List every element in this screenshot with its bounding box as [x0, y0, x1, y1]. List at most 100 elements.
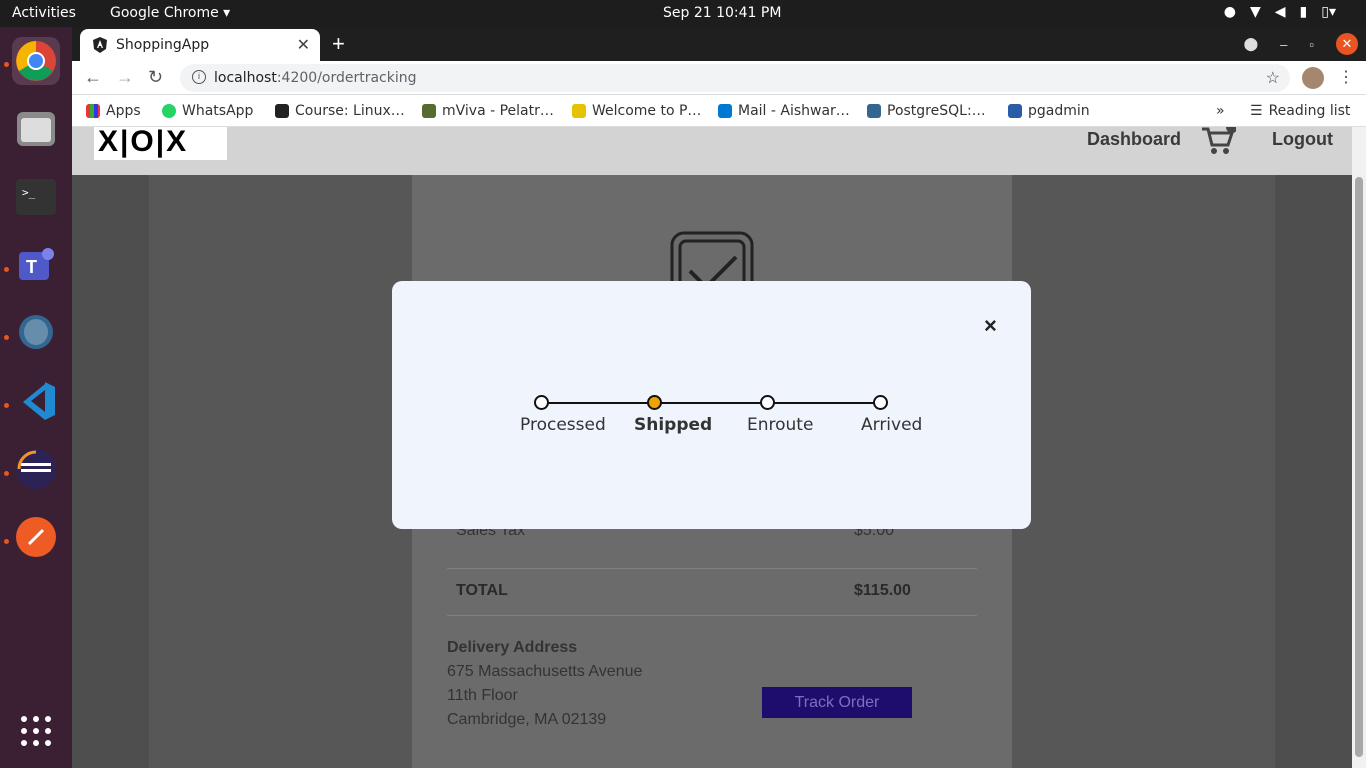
app-header: X|O|X Dashboard Logout [72, 127, 1352, 175]
new-tab-button[interactable]: + [332, 31, 345, 57]
divider [447, 615, 977, 616]
bookmark-postgresql[interactable]: PostgreSQL:… [867, 103, 986, 119]
terminal-icon[interactable]: >_ [12, 173, 60, 221]
system-top-bar: Activities Google Chrome ▾ Sep 21 10:41 … [0, 0, 1366, 27]
profile-avatar[interactable] [1302, 67, 1324, 89]
running-indicator [4, 471, 9, 476]
page-margin-left [72, 175, 149, 768]
running-indicator [4, 403, 9, 408]
step-label-processed: Processed [520, 415, 606, 435]
wifi-icon: ▼ [1249, 4, 1261, 20]
pgadmin-icon [1008, 104, 1022, 118]
divider [447, 568, 977, 569]
cart-icon[interactable] [1202, 127, 1236, 155]
step-label-shipped: Shipped [634, 415, 713, 435]
bookmark-whatsapp[interactable]: WhatsApp [162, 103, 253, 119]
apps-grid-icon [86, 104, 100, 118]
clock[interactable]: Sep 21 10:41 PM [663, 5, 781, 21]
chrome-menu-icon[interactable]: ⋮ [1338, 67, 1354, 87]
minimize-button[interactable]: – [1280, 37, 1287, 52]
pgadmin-elephant-icon[interactable] [12, 309, 60, 357]
app-logo[interactable]: X|O|X [94, 127, 227, 160]
chrome-icon[interactable] [12, 37, 60, 85]
bookmark-course[interactable]: Course: Linux… [275, 103, 405, 119]
maximize-button[interactable]: ▫ [1309, 37, 1314, 52]
bookmark-mail[interactable]: Mail - Aishwar… [718, 103, 850, 119]
address-line-1: 675 Massachusetts Avenue [447, 663, 643, 680]
show-apps-icon[interactable] [12, 707, 60, 755]
total-value: $115.00 [854, 582, 911, 599]
step-dot-enroute [760, 395, 775, 410]
nav-dashboard[interactable]: Dashboard [1087, 129, 1181, 150]
nav-logout[interactable]: Logout [1272, 129, 1333, 150]
track-order-button[interactable]: Track Order [762, 687, 912, 718]
eclipse-icon[interactable] [12, 445, 60, 493]
step-label-enroute: Enroute [747, 415, 814, 435]
course-icon [275, 104, 289, 118]
site-info-icon[interactable]: i [192, 70, 206, 84]
step-dot-arrived [873, 395, 888, 410]
whatsapp-icon [162, 104, 176, 118]
postgres-icon [867, 104, 881, 118]
total-label: TOTAL [456, 582, 508, 599]
system-tray[interactable]: ● ▼ ◀ ▮ ▯▾ [1224, 4, 1336, 20]
stepper-track [541, 402, 881, 404]
tab-close-icon[interactable]: ✕ [297, 35, 310, 55]
running-indicator [4, 335, 9, 340]
running-indicator [4, 62, 9, 67]
mic-icon: ▮ [1299, 4, 1308, 20]
delivery-address-heading: Delivery Address [447, 639, 578, 656]
bookmark-pgadmin[interactable]: pgadmin [1008, 103, 1090, 119]
url-text[interactable]: localhost:4200/ordertracking [214, 70, 417, 86]
bookmark-mviva[interactable]: mViva - Pelatr… [422, 103, 554, 119]
step-dot-shipped [647, 395, 662, 410]
modal-close-button[interactable]: × [984, 313, 997, 339]
window-controls: ⬤ – ▫ ✕ [1244, 33, 1358, 55]
forward-icon[interactable]: → [116, 67, 134, 88]
window-close-button[interactable]: ✕ [1336, 33, 1358, 55]
tab-strip: ShoppingApp ✕ + ⬤ – ▫ ✕ [72, 27, 1366, 61]
running-indicator [4, 539, 9, 544]
teams-tray-icon[interactable]: ● [1224, 4, 1236, 20]
outlook-icon [718, 104, 732, 118]
dock: >_ T [0, 27, 72, 768]
order-tracking-modal: × Processed Shipped Enroute Arrived [392, 281, 1031, 529]
step-label-arrived: Arrived [861, 415, 923, 435]
address-line-2: 11th Floor [447, 687, 518, 704]
step-dot-processed [534, 395, 549, 410]
tab-shoppingapp[interactable]: ShoppingApp ✕ [80, 29, 320, 61]
svg-text:>_: >_ [22, 186, 36, 199]
reading-list-button[interactable]: ☰ Reading list [1250, 103, 1350, 119]
bookmarks-overflow-icon[interactable]: » [1216, 103, 1225, 119]
tab-search-icon[interactable]: ⬤ [1244, 36, 1259, 52]
battery-icon: ▯▾ [1321, 4, 1336, 20]
page-gutter-left [149, 175, 412, 768]
pin-icon [572, 104, 586, 118]
app-menu[interactable]: Google Chrome ▾ [110, 5, 230, 21]
teams-icon[interactable]: T [12, 241, 60, 289]
bookmark-star-icon[interactable]: ☆ [1266, 68, 1280, 88]
activities-button[interactable]: Activities [12, 5, 76, 21]
files-icon[interactable] [12, 105, 60, 153]
address-line-3: Cambridge, MA 02139 [447, 711, 607, 728]
back-icon[interactable]: ← [84, 67, 102, 88]
address-bar[interactable]: i localhost:4200/ordertracking ☆ [180, 64, 1290, 92]
page-margin-right [1275, 175, 1352, 768]
page-scrollbar[interactable] [1352, 127, 1366, 768]
scrollbar-thumb[interactable] [1355, 177, 1363, 757]
reload-icon[interactable]: ↻ [148, 67, 163, 88]
toolbar: ← → ↻ i localhost:4200/ordertracking ☆ ⋮ [72, 61, 1366, 95]
bookmarks-bar: Apps WhatsApp Course: Linux… mViva - Pel… [72, 95, 1366, 127]
mviva-icon [422, 104, 436, 118]
volume-icon: ◀ [1274, 4, 1286, 20]
svg-text:T: T [26, 257, 37, 277]
vscode-icon[interactable] [12, 377, 60, 425]
running-indicator [4, 267, 9, 272]
angular-icon [93, 37, 107, 53]
page-gutter-right [1012, 175, 1275, 768]
reading-list-icon: ☰ [1250, 103, 1263, 119]
bookmark-apps[interactable]: Apps [86, 103, 141, 119]
postman-icon[interactable] [12, 513, 60, 561]
tab-title: ShoppingApp [116, 37, 210, 53]
bookmark-welcome[interactable]: Welcome to P… [572, 103, 701, 119]
